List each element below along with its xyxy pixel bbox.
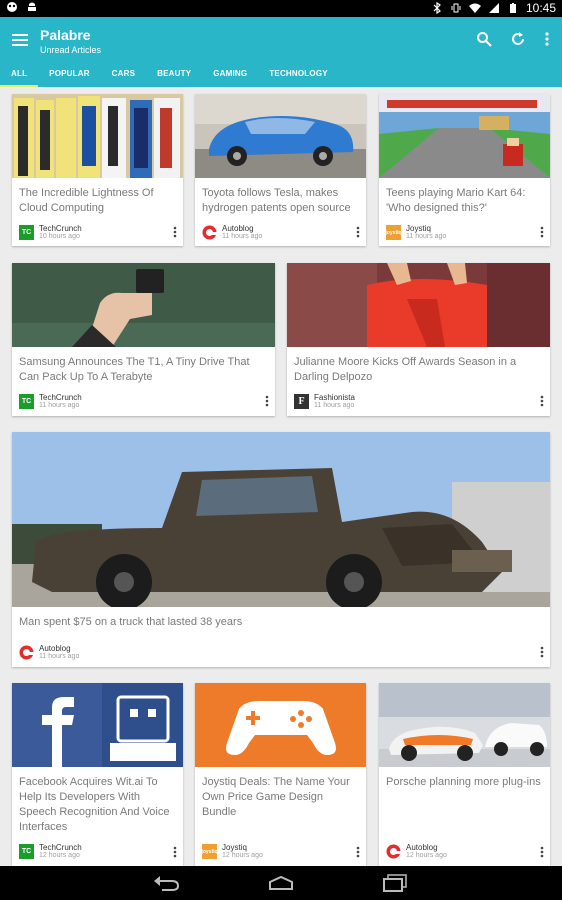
tab-gaming[interactable]: GAMING — [202, 65, 258, 87]
bluetooth-icon — [433, 2, 441, 14]
article-card[interactable]: Teens playing Mario Kart 64: 'Who design… — [379, 94, 550, 246]
source-name: TechCrunch — [39, 843, 82, 852]
wifi-icon — [468, 3, 481, 13]
app-bar: Palabre Unread Articles ALL POPULAR CARS… — [0, 17, 562, 87]
status-bar: 10:45 — [0, 0, 562, 17]
article-image — [195, 683, 366, 767]
techcrunch-logo: TC — [19, 844, 34, 859]
refresh-icon[interactable] — [510, 31, 526, 47]
article-title[interactable]: Joystiq Deals: The Name Your Own Price G… — [202, 775, 358, 820]
more-options-icon[interactable] — [173, 846, 177, 858]
article-time: 11 hours ago — [39, 653, 80, 660]
clock: 10:45 — [525, 1, 556, 15]
article-time: 11 hours ago — [314, 402, 355, 409]
article-source: TC TechCrunch 12 hours ago — [19, 843, 82, 860]
home-icon[interactable] — [268, 875, 294, 891]
article-card[interactable]: Porsche planning more plug-ins Autoblog … — [379, 683, 550, 866]
battery-icon — [509, 3, 516, 13]
article-time: 12 hours ago — [222, 852, 263, 859]
tab-cars[interactable]: CARS — [101, 65, 146, 87]
article-title[interactable]: The Incredible Lightness Of Cloud Comput… — [19, 186, 175, 216]
fashionista-logo: F — [294, 394, 309, 409]
article-card[interactable]: Man spent $75 on a truck that lasted 38 … — [12, 432, 550, 667]
source-name: TechCrunch — [39, 393, 82, 402]
article-card[interactable]: The Incredible Lightness Of Cloud Comput… — [12, 94, 183, 246]
recent-apps-icon[interactable] — [382, 874, 408, 892]
category-tabs: ALL POPULAR CARS BEAUTY GAMING TECHNOLOG… — [0, 65, 339, 87]
article-image — [379, 94, 550, 178]
article-time: 12 hours ago — [39, 852, 80, 859]
article-title[interactable]: Facebook Acquires Wit.ai To Help Its Dev… — [19, 775, 175, 835]
article-source: Autoblog 11 hours ago — [19, 644, 79, 661]
techcrunch-logo: TC — [19, 394, 34, 409]
article-image — [195, 94, 366, 178]
article-image — [379, 683, 550, 767]
more-options-icon[interactable] — [540, 646, 544, 658]
article-source: joystiq Joystiq 12 hours ago — [201, 843, 263, 860]
more-options-icon[interactable] — [265, 395, 269, 407]
menu-icon[interactable] — [12, 33, 28, 47]
source-name: Joystiq — [406, 224, 431, 233]
article-source: joystiq Joystiq 11 hours ago — [385, 224, 447, 241]
article-card[interactable]: Julianne Moore Kicks Off Awards Season i… — [287, 263, 550, 416]
article-source: TC TechCrunch 10 hours ago — [19, 224, 82, 241]
back-icon[interactable] — [154, 875, 180, 891]
source-name: Joystiq — [222, 843, 247, 852]
tab-all[interactable]: ALL — [0, 65, 39, 87]
article-image — [12, 94, 183, 178]
source-name: Autoblog — [39, 644, 71, 653]
tab-popular[interactable]: POPULAR — [38, 65, 101, 87]
article-title[interactable]: Teens playing Mario Kart 64: 'Who design… — [386, 186, 542, 216]
joystiq-logo: joystiq — [201, 844, 218, 859]
article-title[interactable]: Porsche planning more plug-ins — [386, 775, 542, 790]
search-icon[interactable] — [476, 31, 492, 47]
more-options-icon[interactable] — [540, 395, 544, 407]
notification-icon — [7, 2, 17, 12]
joystiq-logo: joystiq — [385, 225, 402, 240]
article-title[interactable]: Samsung Announces The T1, A Tiny Drive T… — [19, 355, 267, 385]
article-time: 12 hours ago — [406, 852, 447, 859]
source-name: Autoblog — [222, 224, 254, 233]
article-image — [12, 432, 550, 607]
tab-technology[interactable]: TECHNOLOGY — [258, 65, 338, 87]
autoblog-logo — [202, 225, 217, 240]
overflow-menu-icon[interactable] — [544, 31, 550, 47]
article-card[interactable]: Samsung Announces The T1, A Tiny Drive T… — [12, 263, 275, 416]
navigation-bar — [0, 866, 562, 900]
article-time: 11 hours ago — [39, 402, 80, 409]
article-title[interactable]: Man spent $75 on a truck that lasted 38 … — [19, 615, 542, 630]
signal-icon — [488, 3, 499, 13]
article-card[interactable]: Facebook Acquires Wit.ai To Help Its Dev… — [12, 683, 183, 866]
article-time: 10 hours ago — [39, 233, 80, 240]
more-options-icon[interactable] — [540, 846, 544, 858]
article-card[interactable]: Joystiq Deals: The Name Your Own Price G… — [195, 683, 366, 866]
article-source: F Fashionista 11 hours ago — [294, 393, 355, 410]
source-name: TechCrunch — [39, 224, 82, 233]
tab-beauty[interactable]: BEAUTY — [146, 65, 202, 87]
android-icon — [28, 2, 36, 11]
article-source: Autoblog 11 hours ago — [202, 224, 262, 241]
article-image — [12, 263, 275, 347]
app-title: Palabre — [40, 27, 91, 43]
more-options-icon[interactable] — [540, 226, 544, 238]
article-title[interactable]: Toyota follows Tesla, makes hydrogen pat… — [202, 186, 358, 216]
source-name: Fashionista — [314, 393, 355, 402]
article-card[interactable]: Toyota follows Tesla, makes hydrogen pat… — [195, 94, 366, 246]
vibrate-icon — [451, 3, 461, 13]
autoblog-logo — [386, 844, 401, 859]
article-time: 11 hours ago — [222, 233, 263, 240]
techcrunch-logo: TC — [19, 225, 34, 240]
article-image — [12, 683, 183, 767]
article-image — [287, 263, 550, 347]
app-subtitle: Unread Articles — [40, 45, 102, 55]
source-name: Autoblog — [406, 843, 438, 852]
more-options-icon[interactable] — [356, 226, 360, 238]
article-title[interactable]: Julianne Moore Kicks Off Awards Season i… — [294, 355, 542, 385]
article-source: Autoblog 12 hours ago — [386, 843, 447, 860]
more-options-icon[interactable] — [356, 846, 360, 858]
article-time: 11 hours ago — [406, 233, 447, 240]
more-options-icon[interactable] — [173, 226, 177, 238]
article-source: TC TechCrunch 11 hours ago — [19, 393, 82, 410]
autoblog-logo — [19, 645, 34, 660]
